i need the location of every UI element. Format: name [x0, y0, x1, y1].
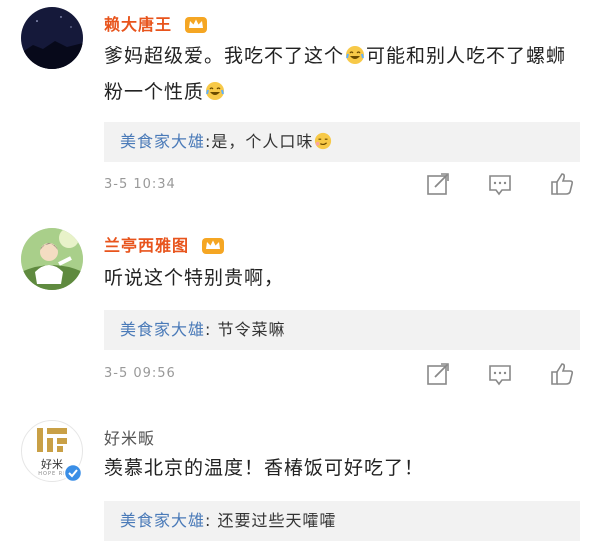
like-icon[interactable]: [548, 170, 576, 198]
reply-box[interactable]: 美食家大雄: 还要过些天嚯嚯: [104, 501, 580, 541]
repost-icon[interactable]: [424, 170, 452, 198]
crown-icon: [201, 235, 224, 259]
timestamp: 3-5 10:34: [104, 177, 176, 192]
reply-author[interactable]: 美食家大雄: [120, 320, 205, 339]
reply-box[interactable]: 美食家大雄: 节令菜嘛: [104, 310, 580, 350]
comment-text: 听说这个特别贵啊，: [104, 267, 285, 289]
verified-badge-icon: [63, 463, 83, 483]
reply-author[interactable]: 美食家大雄: [120, 132, 205, 151]
comment-text: 羡慕北京的温度！香椿饭可好吃了！: [104, 457, 425, 479]
reply-author[interactable]: 美食家大雄: [120, 511, 205, 530]
action-bar: [420, 360, 580, 388]
laughing-emoji-icon: [205, 79, 225, 112]
action-bar: [420, 170, 580, 198]
repost-icon[interactable]: [424, 360, 452, 388]
reply-text: : 节令菜嘛: [205, 320, 286, 339]
username[interactable]: 赖大唐王: [104, 11, 207, 38]
comment-icon[interactable]: [486, 360, 514, 388]
comment-text: 爹妈超级爱。我吃不了这个 可能和别人吃不了螺蛳粉一个性质: [104, 40, 574, 112]
reply-text: :是，个人口味: [205, 132, 314, 151]
smirk-emoji-icon: [314, 125, 332, 165]
like-icon[interactable]: [548, 360, 576, 388]
username[interactable]: 兰亭西雅图: [104, 232, 224, 259]
timestamp: 3-5 09:56: [104, 366, 176, 381]
laughing-emoji-icon: [345, 43, 365, 76]
avatar[interactable]: [21, 7, 83, 69]
reply-box[interactable]: 美食家大雄:是，个人口味: [104, 122, 580, 162]
reply-text: : 还要过些天嚯嚯: [205, 511, 337, 530]
comment-icon[interactable]: [486, 170, 514, 198]
crown-icon: [184, 14, 207, 38]
avatar[interactable]: [21, 228, 83, 290]
username[interactable]: 好米畈: [104, 425, 155, 449]
